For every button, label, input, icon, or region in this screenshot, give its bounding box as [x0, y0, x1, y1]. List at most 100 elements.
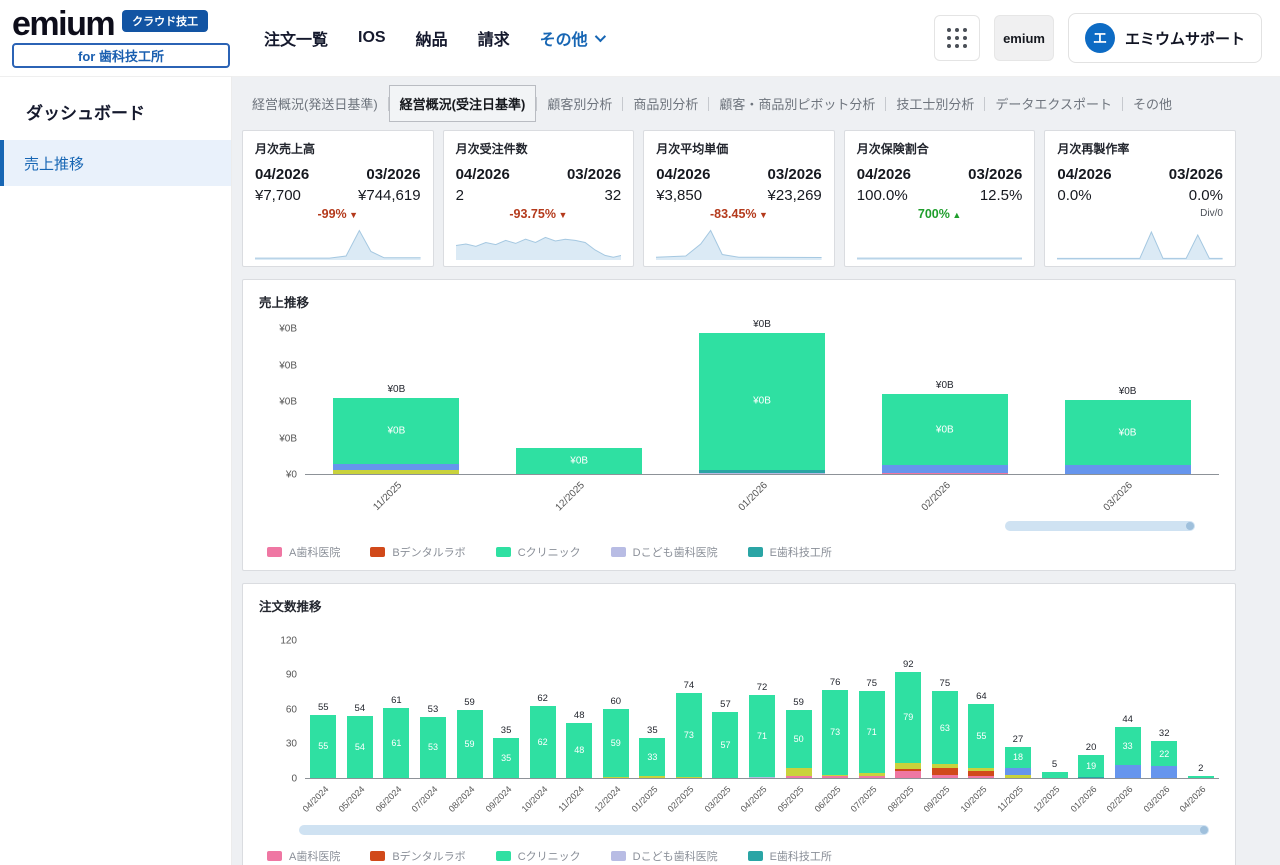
bar-segment[interactable]	[676, 777, 702, 778]
stacked-bar[interactable]: 71	[859, 691, 885, 778]
stacked-bar[interactable]: 50	[786, 710, 812, 778]
bar-segment[interactable]: 19	[1078, 755, 1104, 777]
bar-segment[interactable]	[749, 777, 775, 778]
bar-segment[interactable]: 35	[493, 738, 519, 778]
stacked-bar[interactable]: 61	[383, 708, 409, 778]
scrollbar-knob[interactable]	[1186, 522, 1194, 530]
stacked-bar[interactable]: 62	[530, 706, 556, 778]
bar-segment[interactable]	[786, 776, 812, 778]
stacked-bar[interactable]: 57	[712, 712, 738, 778]
bar-segment[interactable]: 50	[786, 710, 812, 768]
horizontal-scrollbar[interactable]	[299, 825, 1209, 835]
bar-segment[interactable]	[968, 776, 994, 778]
bar-segment[interactable]	[1151, 766, 1177, 778]
legend-item[interactable]: Dこども歯科医院	[611, 544, 718, 560]
tab-6[interactable]: 技工士別分析	[886, 86, 984, 121]
tab-3[interactable]: 顧客別分析	[537, 86, 622, 121]
stacked-bar[interactable]	[1188, 776, 1214, 778]
legend-item[interactable]: Bデンタルラボ	[370, 544, 465, 560]
bar-segment[interactable]: ¥0B	[699, 333, 825, 470]
bar-segment[interactable]	[639, 776, 665, 778]
bar-segment[interactable]: 59	[457, 710, 483, 778]
tab-2[interactable]: 経営概況(受注日基準)	[389, 85, 537, 122]
stacked-bar[interactable]: 79	[895, 672, 921, 778]
bar-segment[interactable]: ¥0B	[1065, 400, 1191, 466]
bar-segment[interactable]	[786, 768, 812, 776]
bar-segment[interactable]: 18	[1005, 747, 1031, 768]
nav-item-4[interactable]: 請求	[478, 26, 510, 50]
stacked-bar[interactable]: 35	[493, 738, 519, 778]
bar-segment[interactable]: 73	[822, 690, 848, 774]
stacked-bar[interactable]: 33	[1115, 727, 1141, 778]
bar-segment[interactable]	[882, 473, 1008, 474]
logo[interactable]: emium	[12, 8, 114, 40]
bar-segment[interactable]	[932, 775, 958, 778]
legend-item[interactable]: Dこども歯科医院	[611, 848, 718, 864]
bar-segment[interactable]: 55	[310, 715, 336, 778]
support-button[interactable]: エ エミウムサポート	[1068, 13, 1262, 63]
bar-segment[interactable]: ¥0B	[333, 398, 459, 464]
stacked-bar[interactable]: 22	[1151, 741, 1177, 778]
legend-item[interactable]: A歯科医院	[267, 848, 340, 864]
bar-segment[interactable]: 48	[566, 723, 592, 778]
bar-segment[interactable]	[932, 768, 958, 775]
stacked-bar[interactable]: ¥0B	[333, 398, 459, 474]
scrollbar-knob[interactable]	[1200, 826, 1208, 834]
stacked-bar[interactable]: 71	[749, 695, 775, 778]
sidebar-item[interactable]: 売上推移	[0, 140, 231, 186]
stacked-bar[interactable]: 18	[1005, 747, 1031, 778]
bar-segment[interactable]: 33	[1115, 727, 1141, 765]
bar-segment[interactable]: 55	[968, 704, 994, 767]
bar-segment[interactable]: ¥0B	[882, 394, 1008, 465]
nav-item-1[interactable]: 注文一覧	[264, 26, 328, 50]
legend-item[interactable]: A歯科医院	[267, 544, 340, 560]
legend-item[interactable]: Bデンタルラボ	[370, 848, 465, 864]
bar-segment[interactable]: 54	[347, 716, 373, 778]
horizontal-scrollbar[interactable]	[1005, 521, 1195, 531]
bar-segment[interactable]: 61	[383, 708, 409, 778]
stacked-bar[interactable]: ¥0B	[699, 333, 825, 474]
stacked-bar[interactable]: 53	[420, 717, 446, 778]
nav-item-3[interactable]: 納品	[416, 26, 448, 50]
stacked-bar[interactable]: 73	[822, 690, 848, 778]
stacked-bar[interactable]: 59	[603, 709, 629, 778]
tab-1[interactable]: 経営概況(発送日基準)	[242, 86, 388, 121]
bar-segment[interactable]	[333, 470, 459, 474]
bar-segment[interactable]: 73	[676, 693, 702, 777]
bar-segment[interactable]	[1065, 465, 1191, 474]
tab-7[interactable]: データエクスポート	[985, 86, 1122, 121]
stacked-bar[interactable]: ¥0B	[1065, 400, 1191, 474]
apps-grid-button[interactable]	[934, 15, 980, 61]
bar-segment[interactable]	[822, 776, 848, 778]
bar-segment[interactable]	[1115, 765, 1141, 778]
stacked-bar[interactable]: 19	[1078, 755, 1104, 778]
legend-item[interactable]: E歯科技工所	[748, 848, 832, 864]
stacked-bar[interactable]: 33	[639, 738, 665, 778]
bar-segment[interactable]	[895, 771, 921, 778]
bar-segment[interactable]: 62	[530, 706, 556, 778]
bar-segment[interactable]	[699, 473, 825, 474]
bar-segment[interactable]: 59	[603, 709, 629, 777]
bar-segment[interactable]: 57	[712, 712, 738, 778]
legend-item[interactable]: Cクリニック	[496, 544, 581, 560]
legend-item[interactable]: E歯科技工所	[748, 544, 832, 560]
bar-segment[interactable]: 33	[639, 738, 665, 776]
nav-item-2[interactable]: IOS	[358, 29, 386, 47]
bar-segment[interactable]	[882, 465, 1008, 472]
stacked-bar[interactable]: 63	[932, 691, 958, 778]
bar-segment[interactable]: 53	[420, 717, 446, 778]
bar-segment[interactable]	[1042, 772, 1068, 778]
bar-segment[interactable]	[1078, 777, 1104, 778]
tab-4[interactable]: 商品別分析	[623, 86, 708, 121]
bar-segment[interactable]	[859, 776, 885, 778]
stacked-bar[interactable]	[1042, 772, 1068, 778]
stacked-bar[interactable]: 59	[457, 710, 483, 778]
bar-segment[interactable]	[1188, 776, 1214, 778]
stacked-bar[interactable]: 48	[566, 723, 592, 778]
emium-app-button[interactable]: emium	[994, 15, 1054, 61]
legend-item[interactable]: Cクリニック	[496, 848, 581, 864]
stacked-bar[interactable]: 55	[310, 715, 336, 778]
stacked-bar[interactable]: ¥0B	[882, 394, 1008, 474]
nav-item-5[interactable]: その他	[540, 26, 603, 50]
bar-segment[interactable]: 22	[1151, 741, 1177, 766]
